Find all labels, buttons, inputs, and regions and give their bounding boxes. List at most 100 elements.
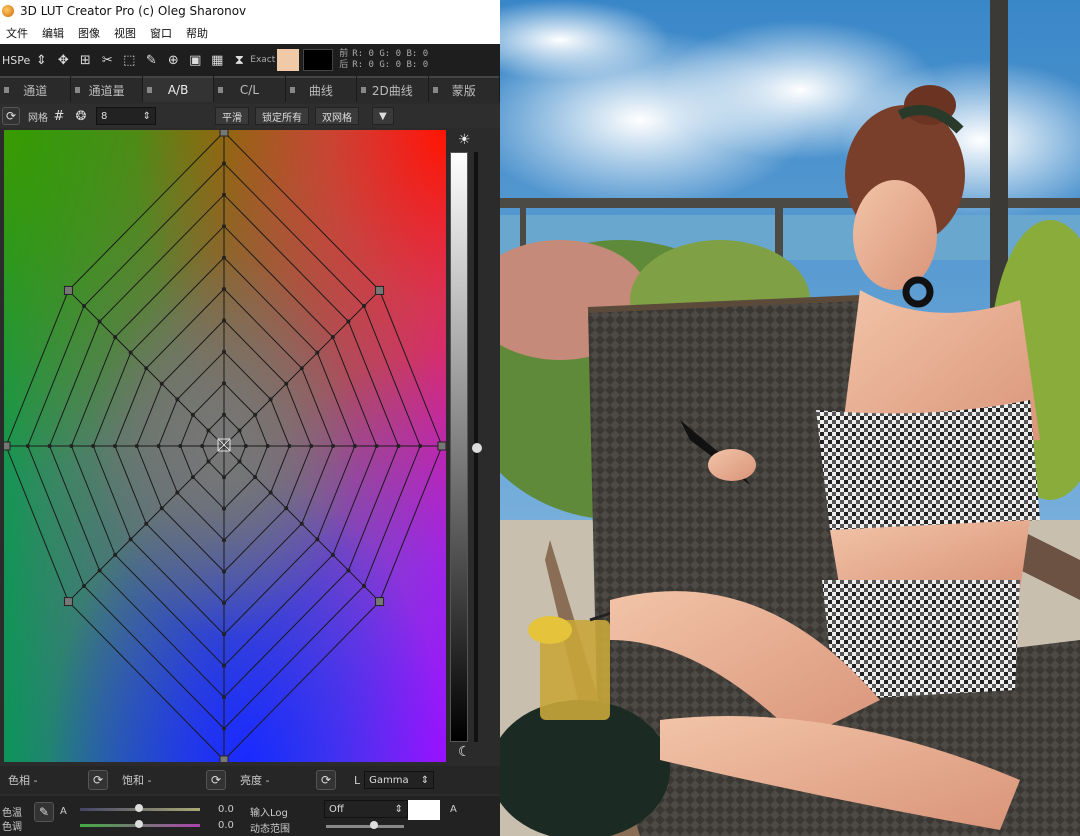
grid-node[interactable] — [284, 506, 289, 511]
grid-node[interactable] — [287, 444, 292, 448]
tab-ab[interactable]: A/B — [142, 76, 214, 102]
grid-corner-handle[interactable] — [375, 597, 385, 607]
grid-node[interactable] — [330, 552, 335, 557]
grid-icon[interactable]: # — [50, 107, 68, 125]
grid-node[interactable] — [113, 552, 118, 557]
menu-edit[interactable]: 编辑 — [38, 25, 68, 41]
dynamic-range-knob[interactable] — [370, 821, 378, 829]
grid-node[interactable] — [222, 224, 226, 229]
scissors-icon[interactable]: ✂ — [98, 51, 116, 69]
brightness-gradient[interactable] — [450, 152, 468, 742]
grid-node[interactable] — [253, 412, 258, 417]
grid-node[interactable] — [134, 444, 139, 448]
grid-node[interactable] — [206, 459, 211, 464]
grid-node[interactable] — [222, 569, 226, 574]
grid-node[interactable] — [175, 490, 180, 495]
menu-help[interactable]: 帮助 — [182, 25, 212, 41]
move-icon[interactable]: ✥ — [54, 51, 72, 69]
eyedropper-icon[interactable]: ✎ — [142, 51, 160, 69]
grid-node[interactable] — [330, 335, 335, 340]
grid-node[interactable] — [190, 475, 195, 480]
grid-node[interactable] — [222, 601, 226, 605]
grid-node[interactable] — [222, 632, 226, 637]
tab-curves[interactable]: 曲线 — [285, 76, 357, 102]
grid-node[interactable] — [222, 287, 226, 291]
grid-node[interactable] — [200, 444, 205, 448]
grid-node[interactable] — [362, 303, 367, 308]
grid-node[interactable] — [418, 444, 423, 448]
grid-node[interactable] — [299, 521, 304, 526]
lock-all-button[interactable]: 锁定所有 — [255, 107, 309, 125]
grid-node[interactable] — [222, 412, 226, 417]
grid-corner-handle[interactable] — [437, 441, 446, 451]
grid-node[interactable] — [222, 255, 226, 260]
grid-node[interactable] — [128, 350, 133, 355]
grid-corner-handle[interactable] — [219, 130, 229, 137]
reset-icon[interactable]: ⟳ — [2, 107, 20, 125]
grid-node[interactable] — [362, 584, 367, 589]
grid-node[interactable] — [222, 663, 226, 668]
grid-node[interactable] — [315, 537, 320, 542]
grid-node[interactable] — [144, 366, 149, 371]
menu-file[interactable]: 文件 — [2, 25, 32, 41]
grid-node[interactable] — [175, 397, 180, 402]
grid-node[interactable] — [222, 192, 226, 197]
grid-node[interactable] — [265, 444, 270, 448]
grid-node[interactable] — [128, 537, 133, 542]
menu-window[interactable]: 窗口 — [146, 25, 176, 41]
menu-view[interactable]: 视图 — [110, 25, 140, 41]
grid-node[interactable] — [253, 475, 258, 480]
grid-node[interactable] — [91, 444, 96, 448]
grid-node[interactable] — [159, 381, 164, 386]
grid-node[interactable] — [81, 584, 86, 589]
grid-node[interactable] — [222, 475, 226, 480]
grid-node[interactable] — [237, 459, 242, 464]
tab-channel-amount[interactable]: 通道量 — [71, 76, 142, 102]
grid-node[interactable] — [374, 444, 379, 448]
grid-node[interactable] — [81, 303, 86, 308]
white-swatch[interactable] — [408, 800, 440, 820]
tab-mask[interactable]: 蒙版 — [428, 76, 499, 102]
grid-node[interactable] — [47, 444, 52, 448]
grid-node[interactable] — [156, 444, 161, 448]
ab-color-grid[interactable] — [4, 130, 446, 762]
tint-knob[interactable] — [135, 820, 143, 828]
grid-svg[interactable] — [4, 130, 446, 762]
grid-node[interactable] — [25, 444, 30, 448]
grid-node[interactable] — [396, 444, 401, 448]
double-grid-button[interactable]: 双网格 — [315, 107, 359, 125]
zoom-icon[interactable]: ⊕ — [164, 51, 182, 69]
grid-node[interactable] — [309, 444, 314, 448]
smooth-button[interactable]: 平滑 — [215, 107, 249, 125]
hue-reset-icon[interactable]: ⟳ — [88, 770, 108, 790]
menu-image[interactable]: 图像 — [74, 25, 104, 41]
wheel-icon[interactable]: ❂ — [72, 107, 90, 125]
grid-node[interactable] — [222, 318, 226, 323]
grid-node[interactable] — [222, 506, 226, 511]
grid-node[interactable] — [346, 568, 351, 573]
gamma-select[interactable]: Gamma ⇕ — [364, 771, 435, 789]
dropdown-arrow-icon[interactable]: ▼ — [372, 107, 394, 125]
grid-size-spinner[interactable]: 8 ⇕ — [96, 107, 156, 125]
keyboard-icon[interactable]: ▦ — [208, 51, 226, 69]
black-swatch[interactable] — [303, 49, 334, 71]
temp-knob[interactable] — [135, 804, 143, 812]
grid-node[interactable] — [243, 444, 248, 448]
grid-node[interactable] — [222, 538, 226, 543]
mode-select[interactable]: HSPe — [2, 54, 30, 67]
grid-corner-handle[interactable] — [219, 755, 229, 762]
tab-2d-curves[interactable]: 2D曲线 — [357, 76, 428, 102]
grid-node[interactable] — [284, 381, 289, 386]
tab-channels[interactable]: 通道 — [0, 76, 71, 102]
grid-node[interactable] — [315, 350, 320, 355]
saturation-reset-icon[interactable]: ⟳ — [206, 770, 226, 790]
grid-node[interactable] — [144, 521, 149, 526]
grid-corner-handle[interactable] — [4, 441, 11, 451]
frame-icon[interactable]: ▣ — [186, 51, 204, 69]
grid-node[interactable] — [222, 349, 226, 354]
grid-node[interactable] — [222, 161, 226, 166]
grid-corner-handle[interactable] — [63, 597, 73, 607]
grid-node[interactable] — [178, 444, 183, 448]
grid-node[interactable] — [268, 490, 273, 495]
grid-node[interactable] — [268, 397, 273, 402]
